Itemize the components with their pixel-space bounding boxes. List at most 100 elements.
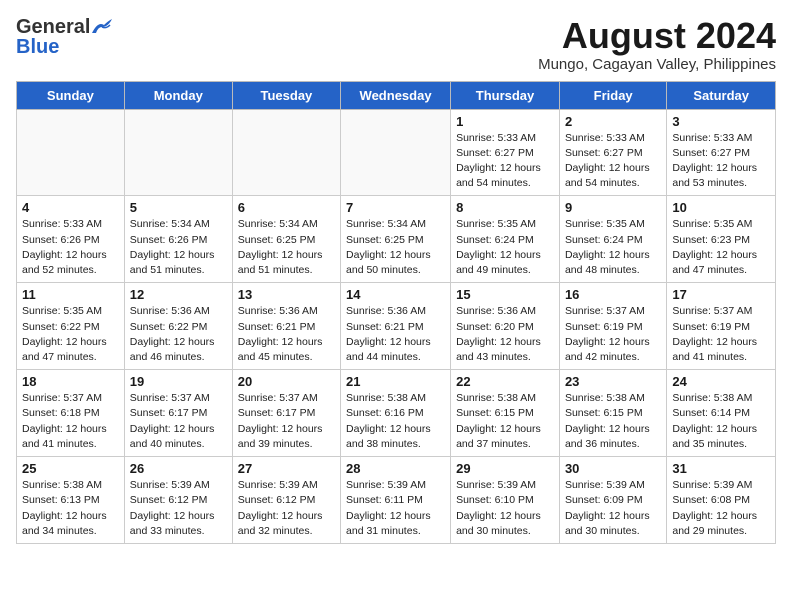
calendar-week-row: 18 Sunrise: 5:37 AM Sunset: 6:18 PM Dayli… — [17, 370, 776, 457]
day-info: Sunrise: 5:35 AM Sunset: 6:22 PM Dayligh… — [22, 304, 119, 365]
day-info: Sunrise: 5:38 AM Sunset: 6:15 PM Dayligh… — [565, 391, 661, 452]
day-info: Sunrise: 5:39 AM Sunset: 6:12 PM Dayligh… — [130, 478, 227, 539]
day-number: 18 — [22, 374, 119, 389]
day-info: Sunrise: 5:37 AM Sunset: 6:18 PM Dayligh… — [22, 391, 119, 452]
day-info: Sunrise: 5:39 AM Sunset: 6:11 PM Dayligh… — [346, 478, 445, 539]
day-number: 14 — [346, 287, 445, 302]
calendar-day-cell: 13 Sunrise: 5:36 AM Sunset: 6:21 PM Dayli… — [232, 283, 340, 370]
logo-text: General — [16, 16, 112, 38]
day-info: Sunrise: 5:37 AM Sunset: 6:17 PM Dayligh… — [130, 391, 227, 452]
day-number: 26 — [130, 461, 227, 476]
day-info: Sunrise: 5:39 AM Sunset: 6:09 PM Dayligh… — [565, 478, 661, 539]
day-number: 13 — [238, 287, 335, 302]
calendar-day-cell: 6 Sunrise: 5:34 AM Sunset: 6:25 PM Daylig… — [232, 196, 340, 283]
day-number: 6 — [238, 200, 335, 215]
day-info: Sunrise: 5:38 AM Sunset: 6:13 PM Dayligh… — [22, 478, 119, 539]
calendar-empty-cell — [17, 109, 125, 196]
calendar-day-cell: 26 Sunrise: 5:39 AM Sunset: 6:12 PM Dayli… — [124, 457, 232, 544]
calendar-day-cell: 11 Sunrise: 5:35 AM Sunset: 6:22 PM Dayli… — [17, 283, 125, 370]
day-info: Sunrise: 5:37 AM Sunset: 6:19 PM Dayligh… — [672, 304, 770, 365]
calendar-day-cell: 21Sunrise: 5:38 AM Sunset: 6:16 PM Dayli… — [341, 370, 451, 457]
day-info: Sunrise: 5:35 AM Sunset: 6:24 PM Dayligh… — [456, 217, 554, 278]
day-number: 7 — [346, 200, 445, 215]
day-info: Sunrise: 5:37 AM Sunset: 6:19 PM Dayligh… — [565, 304, 661, 365]
calendar-day-cell: 29Sunrise: 5:39 AM Sunset: 6:10 PM Dayli… — [451, 457, 560, 544]
day-info: Sunrise: 5:33 AM Sunset: 6:27 PM Dayligh… — [672, 131, 770, 192]
day-number: 20 — [238, 374, 335, 389]
day-number: 2 — [565, 114, 661, 129]
day-info: Sunrise: 5:38 AM Sunset: 6:15 PM Dayligh… — [456, 391, 554, 452]
calendar-day-cell: 14 Sunrise: 5:36 AM Sunset: 6:21 PM Dayli… — [341, 283, 451, 370]
calendar-day-cell: 28 Sunrise: 5:39 AM Sunset: 6:11 PM Dayli… — [341, 457, 451, 544]
calendar-day-cell: 23 Sunrise: 5:38 AM Sunset: 6:15 PM Dayli… — [559, 370, 666, 457]
calendar-day-cell: 5 Sunrise: 5:34 AM Sunset: 6:26 PM Daylig… — [124, 196, 232, 283]
calendar-day-cell: 9 Sunrise: 5:35 AM Sunset: 6:24 PM Daylig… — [559, 196, 666, 283]
month-year-title: August 2024 — [538, 16, 776, 56]
day-info: Sunrise: 5:34 AM Sunset: 6:25 PM Dayligh… — [346, 217, 445, 278]
calendar-header-row: SundayMondayTuesdayWednesdayThursdayFrid… — [17, 81, 776, 109]
calendar-day-cell: 1 Sunrise: 5:33 AM Sunset: 6:27 PM Daylig… — [451, 109, 560, 196]
day-info: Sunrise: 5:33 AM Sunset: 6:27 PM Dayligh… — [565, 131, 661, 192]
day-number: 15 — [456, 287, 554, 302]
logo-bird-icon — [90, 19, 112, 37]
calendar-day-cell: 24Sunrise: 5:38 AM Sunset: 6:14 PM Dayli… — [667, 370, 776, 457]
calendar-day-cell: 12Sunrise: 5:36 AM Sunset: 6:22 PM Dayli… — [124, 283, 232, 370]
weekday-header-sunday: Sunday — [17, 81, 125, 109]
calendar-week-row: 25 Sunrise: 5:38 AM Sunset: 6:13 PM Dayli… — [17, 457, 776, 544]
location-subtitle: Mungo, Cagayan Valley, Philippines — [538, 56, 776, 73]
day-info: Sunrise: 5:36 AM Sunset: 6:21 PM Dayligh… — [238, 304, 335, 365]
day-number: 23 — [565, 374, 661, 389]
calendar-day-cell: 19 Sunrise: 5:37 AM Sunset: 6:17 PM Dayli… — [124, 370, 232, 457]
calendar-day-cell: 7 Sunrise: 5:34 AM Sunset: 6:25 PM Daylig… — [341, 196, 451, 283]
day-info: Sunrise: 5:35 AM Sunset: 6:23 PM Dayligh… — [672, 217, 770, 278]
day-number: 3 — [672, 114, 770, 129]
day-number: 17 — [672, 287, 770, 302]
logo: General Blue — [16, 16, 112, 59]
calendar-day-cell: 17 Sunrise: 5:37 AM Sunset: 6:19 PM Dayli… — [667, 283, 776, 370]
calendar-empty-cell — [341, 109, 451, 196]
calendar-day-cell: 2 Sunrise: 5:33 AM Sunset: 6:27 PM Daylig… — [559, 109, 666, 196]
title-area: August 2024 Mungo, Cagayan Valley, Phili… — [538, 16, 776, 73]
calendar-empty-cell — [232, 109, 340, 196]
day-number: 9 — [565, 200, 661, 215]
page-header: General Blue August 2024 Mungo, Cagayan … — [16, 16, 776, 73]
day-number: 5 — [130, 200, 227, 215]
calendar-week-row: 4Sunrise: 5:33 AM Sunset: 6:26 PM Daylig… — [17, 196, 776, 283]
day-number: 21 — [346, 374, 445, 389]
day-info: Sunrise: 5:39 AM Sunset: 6:08 PM Dayligh… — [672, 478, 770, 539]
calendar-day-cell: 31 Sunrise: 5:39 AM Sunset: 6:08 PM Dayli… — [667, 457, 776, 544]
calendar-day-cell: 8Sunrise: 5:35 AM Sunset: 6:24 PM Daylig… — [451, 196, 560, 283]
day-number: 16 — [565, 287, 661, 302]
day-number: 10 — [672, 200, 770, 215]
day-info: Sunrise: 5:37 AM Sunset: 6:17 PM Dayligh… — [238, 391, 335, 452]
day-info: Sunrise: 5:34 AM Sunset: 6:25 PM Dayligh… — [238, 217, 335, 278]
weekday-header-wednesday: Wednesday — [341, 81, 451, 109]
day-info: Sunrise: 5:38 AM Sunset: 6:14 PM Dayligh… — [672, 391, 770, 452]
calendar-day-cell: 3 Sunrise: 5:33 AM Sunset: 6:27 PM Daylig… — [667, 109, 776, 196]
day-number: 1 — [456, 114, 554, 129]
weekday-header-saturday: Saturday — [667, 81, 776, 109]
calendar-week-row: 1 Sunrise: 5:33 AM Sunset: 6:27 PM Daylig… — [17, 109, 776, 196]
calendar-day-cell: 18 Sunrise: 5:37 AM Sunset: 6:18 PM Dayli… — [17, 370, 125, 457]
day-info: Sunrise: 5:33 AM Sunset: 6:27 PM Dayligh… — [456, 131, 554, 192]
day-number: 29 — [456, 461, 554, 476]
calendar-table: SundayMondayTuesdayWednesdayThursdayFrid… — [16, 81, 776, 544]
calendar-day-cell: 22Sunrise: 5:38 AM Sunset: 6:15 PM Dayli… — [451, 370, 560, 457]
day-number: 11 — [22, 287, 119, 302]
weekday-header-tuesday: Tuesday — [232, 81, 340, 109]
day-info: Sunrise: 5:36 AM Sunset: 6:20 PM Dayligh… — [456, 304, 554, 365]
calendar-day-cell: 20 Sunrise: 5:37 AM Sunset: 6:17 PM Dayli… — [232, 370, 340, 457]
calendar-week-row: 11 Sunrise: 5:35 AM Sunset: 6:22 PM Dayli… — [17, 283, 776, 370]
calendar-empty-cell — [124, 109, 232, 196]
weekday-header-friday: Friday — [559, 81, 666, 109]
day-number: 28 — [346, 461, 445, 476]
day-info: Sunrise: 5:35 AM Sunset: 6:24 PM Dayligh… — [565, 217, 661, 278]
logo-general: General — [16, 16, 90, 38]
day-info: Sunrise: 5:36 AM Sunset: 6:21 PM Dayligh… — [346, 304, 445, 365]
day-number: 31 — [672, 461, 770, 476]
day-info: Sunrise: 5:34 AM Sunset: 6:26 PM Dayligh… — [130, 217, 227, 278]
day-number: 19 — [130, 374, 227, 389]
day-info: Sunrise: 5:36 AM Sunset: 6:22 PM Dayligh… — [130, 304, 227, 365]
day-number: 25 — [22, 461, 119, 476]
day-number: 27 — [238, 461, 335, 476]
